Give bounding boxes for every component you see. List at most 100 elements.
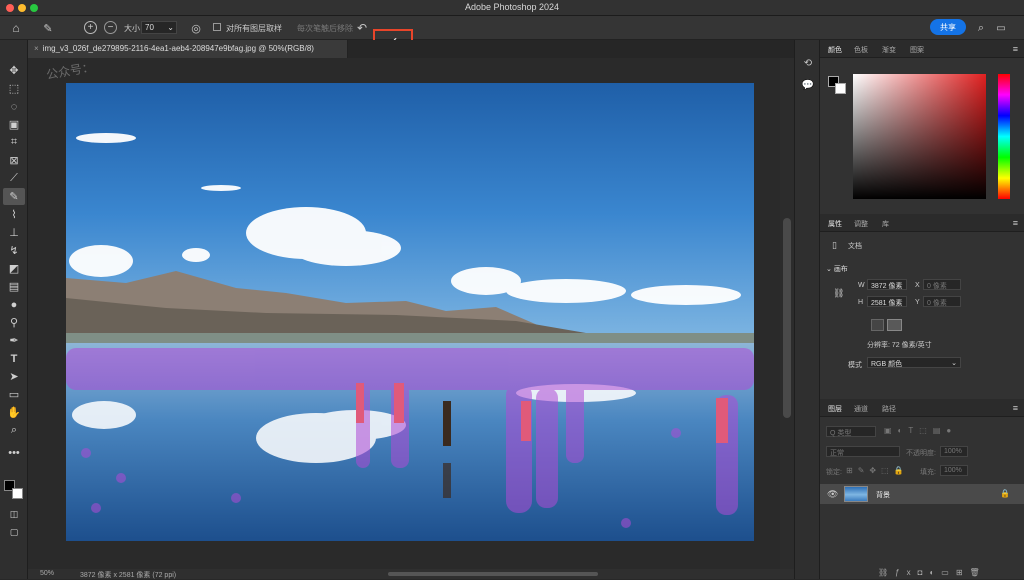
pressure-icon[interactable]: ◎	[188, 20, 204, 36]
horizontal-scrollbar[interactable]	[388, 572, 598, 576]
tab-channels[interactable]: 通道	[854, 399, 868, 417]
mode-select[interactable]: RGB 颜色 ⌄	[867, 357, 961, 368]
scrollbar-thumb[interactable]	[783, 218, 791, 418]
screen-mode-icon[interactable]: ▢	[3, 524, 25, 541]
close-tab-icon[interactable]: ×	[34, 44, 39, 53]
document-tab[interactable]: × img_v3_026f_de279895-2116-4ea1-aeb4-208…	[28, 40, 348, 58]
dodge-tool-icon[interactable]: ⚲	[3, 314, 25, 331]
tab-libraries[interactable]: 库	[882, 214, 889, 232]
tab-swatches[interactable]: 色板	[854, 40, 868, 58]
color-background-swatch[interactable]	[835, 83, 846, 94]
sample-all-label: 对所有图层取样	[226, 24, 282, 33]
history-brush-tool-icon[interactable]: ↯	[3, 242, 25, 259]
landscape-orientation-icon[interactable]	[887, 319, 902, 331]
share-button[interactable]: 共享	[930, 19, 966, 35]
properties-panel-tabs: 属性 调整 库 ≡	[820, 214, 1024, 232]
move-tool-icon[interactable]: ✥	[3, 62, 25, 79]
blur-tool-icon[interactable]: ●	[3, 296, 25, 313]
eyedropper-tool-icon[interactable]: ⟋	[3, 170, 25, 187]
panel-menu-icon[interactable]: ≡	[1013, 403, 1018, 413]
opacity-label: 不透明度:	[906, 450, 936, 457]
zoom-level[interactable]: 50%	[40, 570, 54, 577]
panel-menu-icon[interactable]: ≡	[1013, 44, 1018, 54]
link-icon[interactable]: ⛓	[833, 288, 844, 299]
right-panels: 颜色 色板 渐变 图案 ≡ 属性 调整 库 ≡ ▯ 文档 ⌄ 画布 ⛓ W 38…	[820, 40, 1024, 579]
chevron-down-icon: ⌄	[167, 23, 174, 32]
layer-filter-icons[interactable]: ▣◐T⬚▤●	[884, 426, 957, 435]
eraser-tool-icon[interactable]: ◩	[3, 260, 25, 277]
mode-label: 模式	[848, 362, 862, 369]
background-color-swatch[interactable]	[12, 488, 23, 499]
opacity-field[interactable]: 100%	[940, 446, 968, 457]
color-picker-field[interactable]	[853, 74, 986, 199]
workspace-icon[interactable]: ▭	[994, 20, 1008, 36]
mode-value: RGB 颜色	[871, 361, 903, 368]
zoom-tool-icon[interactable]: ⌕	[3, 422, 25, 439]
tab-paths[interactable]: 路径	[882, 399, 896, 417]
status-bar: 50% 3872 像素 x 2581 像素 (72 ppi)	[28, 569, 794, 579]
lock-icon: 🔒	[1000, 489, 1010, 498]
lock-label: 锁定:	[826, 469, 842, 476]
enhance-label: 每次笔触后移除	[297, 24, 353, 33]
shape-tool-icon[interactable]: ▭	[3, 386, 25, 403]
tab-color[interactable]: 颜色	[828, 40, 842, 58]
quick-mask-icon[interactable]: ◫	[3, 506, 25, 523]
tab-adjustments[interactable]: 调整	[854, 214, 868, 232]
tab-properties[interactable]: 属性	[828, 214, 842, 232]
fill-field[interactable]: 100%	[940, 465, 968, 476]
blend-mode-select[interactable]: 正常	[826, 446, 900, 457]
sample-all-checkbox[interactable]	[213, 23, 221, 31]
y-field[interactable]: 0 像素	[923, 296, 961, 307]
size-value: 70	[145, 23, 154, 32]
resolution-text: 分辨率: 72 像素/英寸	[867, 342, 932, 349]
document-icon: ▯	[832, 240, 837, 250]
stamp-tool-icon[interactable]: ⊥	[3, 224, 25, 241]
subtract-mode-icon[interactable]: −	[104, 21, 117, 34]
canvas-section-label: 画布	[833, 266, 848, 273]
path-select-tool-icon[interactable]: ➤	[3, 368, 25, 385]
brush-tool-icon[interactable]: ⌇	[3, 206, 25, 223]
hand-tool-icon[interactable]: ✋	[3, 404, 25, 421]
search-icon[interactable]: ⌕	[974, 20, 988, 36]
gradient-tool-icon[interactable]: ▤	[3, 278, 25, 295]
options-bar: ⌂ ✎ + − 大小 70⌄ ◎ 对所有图层取样 每次笔触后移除 ↶ ✓ 共享 …	[0, 16, 1024, 55]
layer-filter-select[interactable]: Q 类型	[826, 426, 876, 437]
more-tools-icon[interactable]: •••	[3, 444, 25, 461]
w-label: W	[858, 282, 865, 289]
tab-layers[interactable]: 图层	[828, 399, 842, 417]
panel-menu-icon[interactable]: ≡	[1013, 218, 1018, 228]
undo-icon[interactable]: ↶	[354, 20, 370, 36]
canvas-section-header[interactable]: ⌄ 画布	[826, 264, 848, 274]
frame-tool-icon[interactable]: ⊠	[3, 152, 25, 169]
height-field[interactable]: 2581 像素	[867, 296, 907, 307]
home-icon[interactable]: ⌂	[8, 20, 24, 36]
tab-patterns[interactable]: 图案	[910, 40, 924, 58]
history-panel-icon[interactable]: ⟲	[800, 56, 816, 70]
layer-row[interactable]: 👁 背景 🔒	[820, 484, 1024, 504]
remove-tool-icon[interactable]: ✎	[3, 188, 25, 205]
layer-actions[interactable]: ⛓ƒx◘◐▭⊞🗑	[878, 568, 987, 577]
size-input[interactable]: 70 ⌄	[141, 21, 177, 34]
width-field[interactable]: 3872 像素	[867, 279, 907, 290]
portrait-orientation-icon[interactable]	[871, 319, 884, 331]
comments-panel-icon[interactable]: 💬	[800, 78, 816, 92]
vertical-scrollbar[interactable]	[780, 58, 794, 569]
marquee-tool-icon[interactable]: ⬚	[3, 80, 25, 97]
tools-panel: ✥ ⬚ ◌ ▣ ⌗ ⊠ ⟋ ✎ ⌇ ⊥ ↯ ◩ ▤ ● ⚲ ✒ T ➤ ▭ ✋ …	[0, 40, 28, 579]
x-label: X	[915, 282, 920, 289]
lasso-tool-icon[interactable]: ◌	[3, 98, 25, 115]
add-mode-icon[interactable]: +	[84, 21, 97, 34]
document-image[interactable]	[66, 83, 754, 541]
x-field[interactable]: 0 像素	[923, 279, 961, 290]
object-select-tool-icon[interactable]: ▣	[3, 116, 25, 133]
pen-tool-icon[interactable]: ✒	[3, 332, 25, 349]
tab-gradients[interactable]: 渐变	[882, 40, 896, 58]
remove-tool-preset-icon[interactable]: ✎	[38, 20, 58, 36]
eye-icon[interactable]: 👁	[827, 489, 838, 500]
app-title: Adobe Photoshop 2024	[464, 2, 560, 12]
collapsed-panels-strip: ⟲ 💬	[794, 40, 820, 579]
type-tool-icon[interactable]: T	[3, 350, 25, 367]
crop-tool-icon[interactable]: ⌗	[3, 134, 25, 151]
lock-icons[interactable]: ⊞✎✥⬚🔒	[846, 466, 909, 475]
hue-slider[interactable]	[998, 74, 1010, 199]
